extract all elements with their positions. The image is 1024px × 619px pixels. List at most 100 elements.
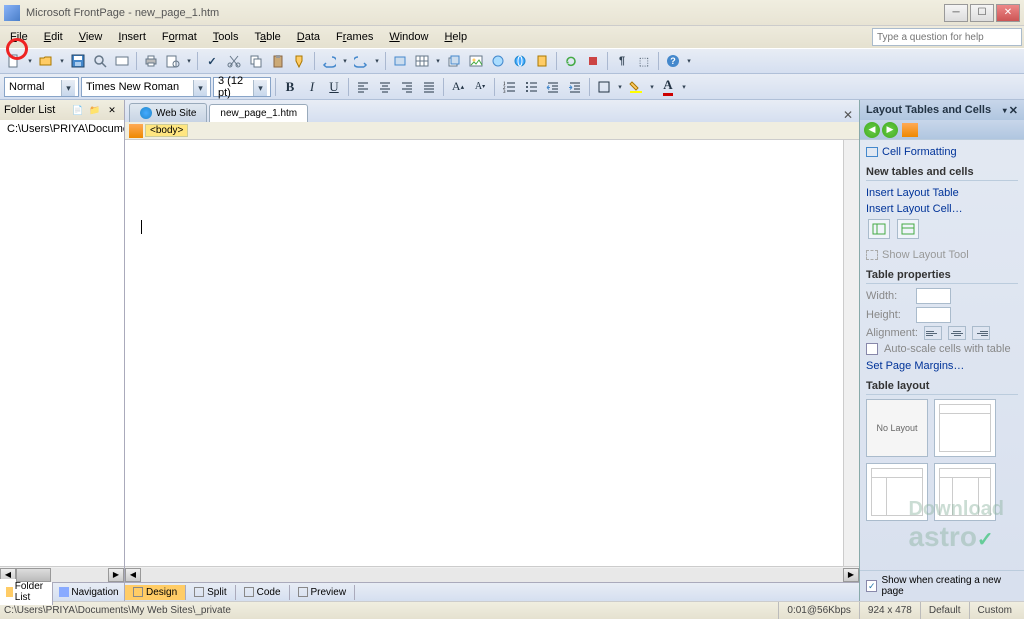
tab-new-page[interactable]: new_page_1.htm: [209, 104, 308, 122]
nav-home-icon[interactable]: [902, 123, 918, 137]
minimize-button[interactable]: ─: [944, 4, 968, 22]
highlight-button[interactable]: [626, 77, 646, 97]
tab-code[interactable]: Code: [236, 585, 290, 600]
help-dropdown[interactable]: ▾: [685, 51, 693, 71]
folder-tree[interactable]: C:\Users\PRIYA\Document: [0, 120, 124, 566]
insert-hyperlink-button[interactable]: [510, 51, 530, 71]
help-button[interactable]: ?: [663, 51, 683, 71]
save-button[interactable]: [68, 51, 88, 71]
menu-tools[interactable]: Tools: [205, 29, 247, 45]
close-button[interactable]: ✕: [996, 4, 1020, 22]
layout-tool-1[interactable]: [868, 219, 890, 239]
layout-tool-2[interactable]: [897, 219, 919, 239]
table-dropdown[interactable]: ▾: [434, 51, 442, 71]
decrease-indent-button[interactable]: [543, 77, 563, 97]
bold-button[interactable]: B: [280, 77, 300, 97]
new-dropdown[interactable]: ▾: [26, 51, 34, 71]
highlight-dropdown[interactable]: ▾: [648, 77, 656, 97]
copy-button[interactable]: [246, 51, 266, 71]
underline-button[interactable]: U: [324, 77, 344, 97]
editor-hscroll[interactable]: ◀ ▶: [125, 566, 859, 582]
layout-opt-2[interactable]: [934, 399, 996, 457]
show-layer-button[interactable]: ⬚: [634, 51, 654, 71]
preview-button[interactable]: [163, 51, 183, 71]
task-pane-dropdown[interactable]: ▾: [1003, 106, 1007, 115]
cell-formatting-link[interactable]: Cell Formatting: [866, 144, 1018, 160]
numbering-button[interactable]: 123: [499, 77, 519, 97]
insert-table-button[interactable]: [412, 51, 432, 71]
menu-insert[interactable]: Insert: [110, 29, 154, 45]
align-justify-button[interactable]: [419, 77, 439, 97]
doc-close-button[interactable]: ✕: [841, 108, 855, 122]
menu-view[interactable]: View: [71, 29, 111, 45]
publish-button[interactable]: [112, 51, 132, 71]
bullets-button[interactable]: [521, 77, 541, 97]
insert-layout-table-link[interactable]: Insert Layout Table: [866, 185, 1018, 201]
height-input[interactable]: [916, 307, 951, 323]
menu-frames[interactable]: Frames: [328, 29, 381, 45]
tab-folder-list[interactable]: Folder List: [0, 579, 53, 605]
undo-button[interactable]: [319, 51, 339, 71]
font-color-button[interactable]: A: [658, 77, 678, 97]
layout-opt-3[interactable]: [866, 463, 928, 521]
new-page-icon[interactable]: 📄: [70, 103, 86, 117]
search-button[interactable]: [90, 51, 110, 71]
size-combo[interactable]: 3 (12 pt): [213, 77, 271, 97]
tab-preview[interactable]: Preview: [290, 585, 356, 600]
font-combo[interactable]: Times New Roman: [81, 77, 211, 97]
print-button[interactable]: [141, 51, 161, 71]
menu-help[interactable]: Help: [436, 29, 475, 45]
undo-dropdown[interactable]: ▾: [341, 51, 349, 71]
insert-picture-button[interactable]: [466, 51, 486, 71]
autoscale-checkbox[interactable]: [866, 343, 878, 355]
align-right-option[interactable]: [972, 326, 990, 340]
nav-fwd-button[interactable]: ▶: [882, 122, 898, 138]
layout-opt-4[interactable]: [934, 463, 996, 521]
bookmark-button[interactable]: [532, 51, 552, 71]
maximize-button[interactable]: ☐: [970, 4, 994, 22]
editor-scroll-left[interactable]: ◀: [125, 568, 141, 582]
new-folder-icon[interactable]: 📁: [87, 103, 103, 117]
insert-layout-cell-link[interactable]: Insert Layout Cell…: [866, 201, 1018, 217]
folder-root-item[interactable]: C:\Users\PRIYA\Document: [2, 122, 122, 136]
borders-button[interactable]: [594, 77, 614, 97]
editor-canvas[interactable]: [125, 140, 859, 566]
menu-file[interactable]: File: [2, 29, 36, 45]
menu-data[interactable]: Data: [289, 29, 328, 45]
align-center-button[interactable]: [375, 77, 395, 97]
tab-web-site[interactable]: Web Site: [129, 103, 207, 122]
spelling-button[interactable]: ✓: [202, 51, 222, 71]
cut-button[interactable]: [224, 51, 244, 71]
folder-close-button[interactable]: ✕: [104, 103, 120, 117]
tab-split[interactable]: Split: [186, 585, 235, 600]
width-input[interactable]: [916, 288, 951, 304]
align-center-option[interactable]: [948, 326, 966, 340]
increase-indent-button[interactable]: [565, 77, 585, 97]
body-tag-chip[interactable]: <body>: [145, 124, 188, 137]
align-left-option[interactable]: [924, 326, 942, 340]
redo-button[interactable]: [351, 51, 371, 71]
layout-no-layout[interactable]: No Layout: [866, 399, 928, 457]
align-left-button[interactable]: [353, 77, 373, 97]
menu-edit[interactable]: Edit: [36, 29, 71, 45]
style-combo[interactable]: Normal: [4, 77, 79, 97]
italic-button[interactable]: I: [302, 77, 322, 97]
tag-icon[interactable]: [129, 124, 143, 138]
font-color-dropdown[interactable]: ▾: [680, 77, 688, 97]
new-page-button[interactable]: [4, 51, 24, 71]
redo-dropdown[interactable]: ▾: [373, 51, 381, 71]
tab-navigation[interactable]: Navigation: [53, 585, 125, 600]
scroll-right-button[interactable]: ▶: [108, 568, 124, 582]
nav-back-button[interactable]: ◀: [864, 122, 880, 138]
task-pane-close[interactable]: ✕: [1009, 104, 1018, 117]
stop-button[interactable]: [583, 51, 603, 71]
preview-dropdown[interactable]: ▾: [185, 51, 193, 71]
paste-button[interactable]: [268, 51, 288, 71]
tab-design[interactable]: Design: [125, 585, 186, 600]
open-dropdown[interactable]: ▾: [58, 51, 66, 71]
folder-hscroll[interactable]: ◀ ▶: [0, 566, 124, 582]
align-right-button[interactable]: [397, 77, 417, 97]
help-search-input[interactable]: [872, 28, 1022, 46]
editor-vscroll[interactable]: [843, 140, 859, 566]
menu-table[interactable]: Table: [246, 29, 288, 45]
